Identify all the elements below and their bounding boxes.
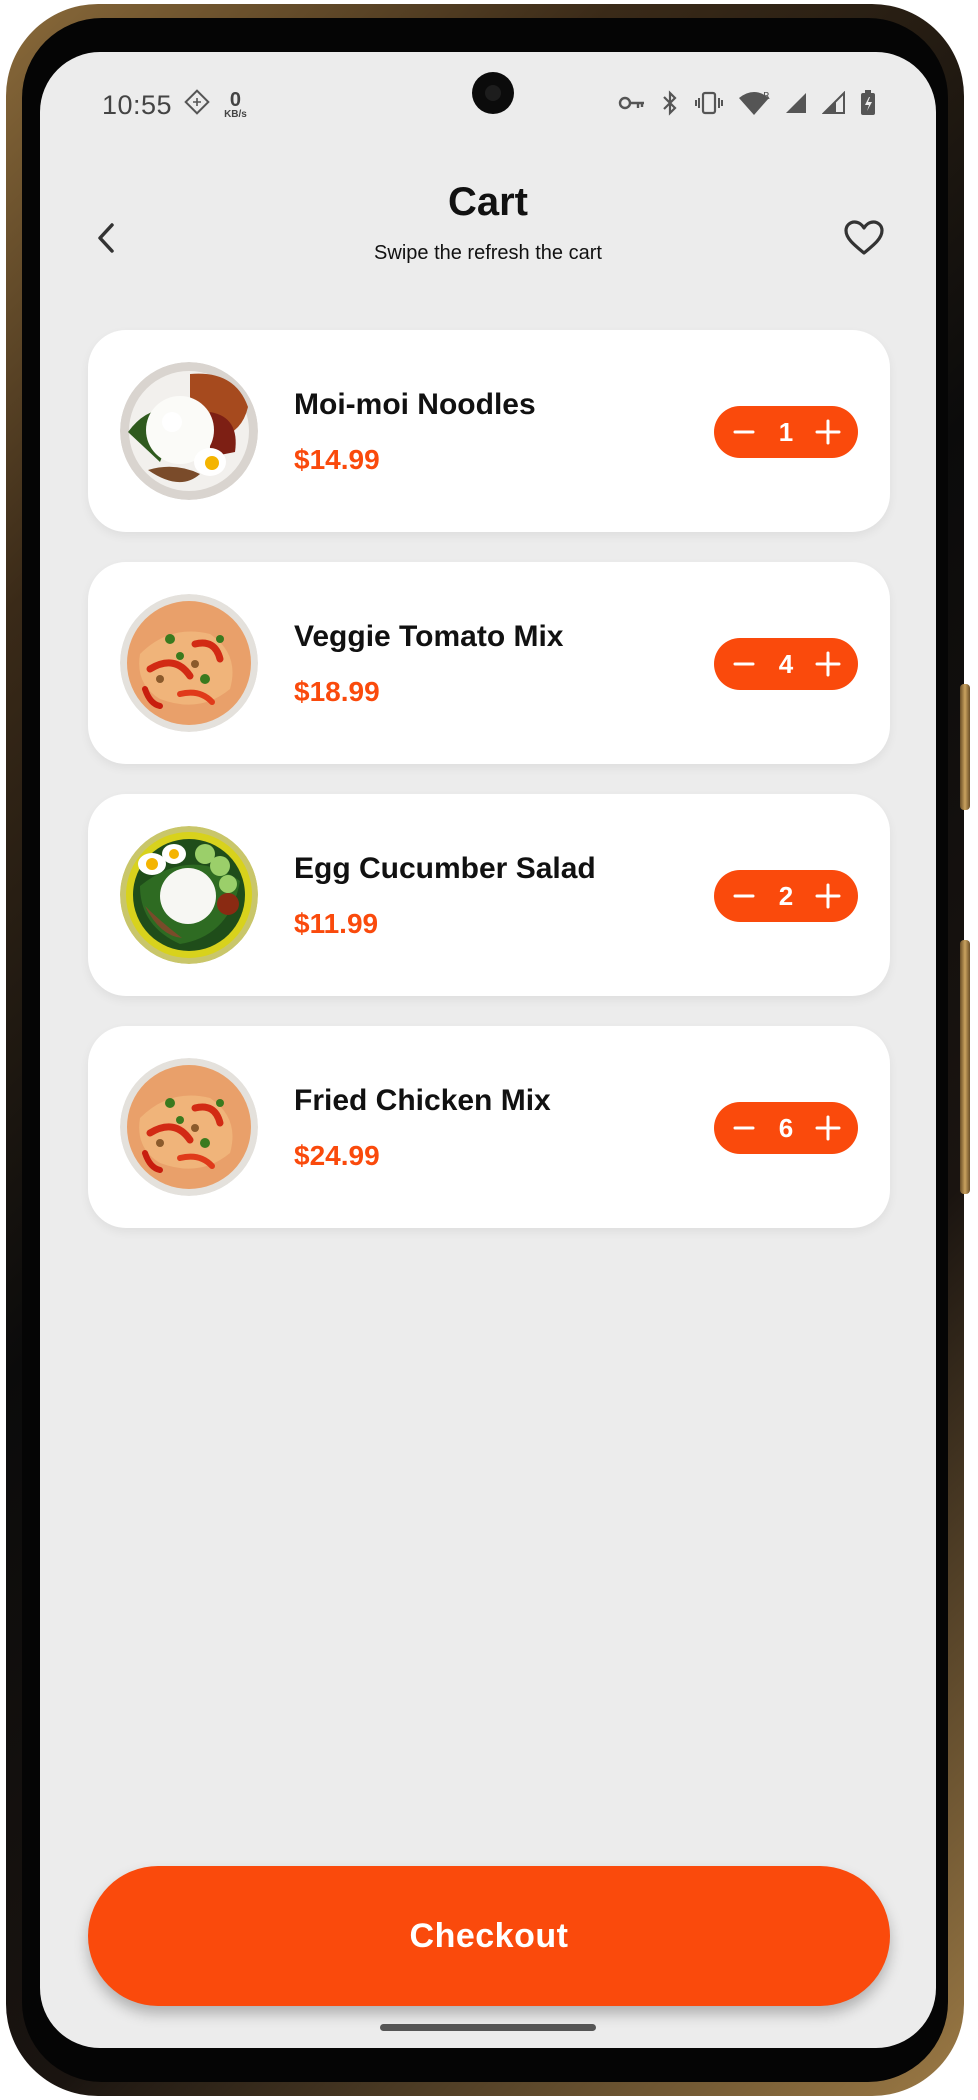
item-name: Egg Cucumber Salad: [294, 852, 596, 885]
cart-item[interactable]: Egg Cucumber Salad $11.99 2: [88, 794, 890, 996]
food-image: [120, 362, 258, 500]
signal-icon: [784, 91, 808, 120]
decrease-button[interactable]: [726, 878, 762, 914]
page-title: Cart: [447, 180, 529, 224]
heart-icon: [844, 220, 884, 255]
quantity-value: 4: [778, 648, 794, 679]
data-saver-icon: [184, 88, 210, 122]
key-icon: [618, 93, 646, 118]
network-speed-value: 0: [229, 89, 242, 111]
page-subtitle: Swipe the refresh the cart: [374, 242, 602, 264]
food-image: [120, 594, 258, 732]
vibrate-icon: [694, 91, 724, 120]
decrease-button[interactable]: [726, 646, 762, 682]
increase-button[interactable]: [810, 414, 846, 450]
plus-icon: [815, 1115, 841, 1141]
quantity-value: 2: [778, 880, 794, 911]
network-speed: 0 KB/s: [224, 90, 247, 120]
signal-icon: [821, 90, 846, 120]
item-name: Moi-moi Noodles: [294, 388, 536, 421]
power-button: [960, 684, 970, 810]
minus-icon: [733, 1126, 755, 1130]
item-price: $18.99: [294, 676, 380, 707]
item-price: $14.99: [294, 444, 380, 475]
decrease-button[interactable]: [726, 1110, 762, 1146]
volume-button: [960, 940, 970, 1194]
network-speed-unit: KB/s: [224, 109, 247, 120]
minus-icon: [733, 662, 755, 666]
home-indicator[interactable]: [380, 2024, 596, 2031]
quantity-stepper: 1: [714, 406, 858, 458]
minus-icon: [733, 894, 755, 898]
cart-item[interactable]: Fried Chicken Mix $24.99 6: [88, 1026, 890, 1228]
quantity-value: 1: [778, 416, 794, 447]
cart-item[interactable]: Moi-moi Noodles $14.99 1: [88, 330, 890, 532]
bluetooth-icon: [660, 89, 680, 121]
item-name: Veggie Tomato Mix: [294, 620, 564, 653]
phone-frame: 10:55 0 KB/s R Cart Swipe the refresh th…: [6, 4, 970, 2096]
wifi-icon: R: [738, 90, 770, 121]
quantity-stepper: 4: [714, 638, 858, 690]
checkout-button[interactable]: Checkout: [88, 1866, 890, 2006]
status-bar: 10:55 0 KB/s R: [102, 82, 876, 128]
app-screen: 10:55 0 KB/s R Cart Swipe the refresh th…: [40, 52, 936, 2048]
food-image: [120, 826, 258, 964]
cart-item[interactable]: Veggie Tomato Mix $18.99 4: [88, 562, 890, 764]
status-time: 10:55: [102, 89, 173, 120]
cart-header: Cart Swipe the refresh the cart: [40, 172, 936, 292]
decrease-button[interactable]: [726, 414, 762, 450]
minus-icon: [733, 430, 755, 434]
battery-icon: [860, 89, 876, 121]
item-name: Fried Chicken Mix: [294, 1084, 551, 1117]
quantity-stepper: 2: [714, 870, 858, 922]
quantity-value: 6: [778, 1112, 794, 1143]
increase-button[interactable]: [810, 878, 846, 914]
plus-icon: [815, 651, 841, 677]
status-icons: R: [618, 89, 876, 121]
increase-button[interactable]: [810, 646, 846, 682]
item-price: $24.99: [294, 1140, 380, 1171]
favorite-button[interactable]: [838, 212, 890, 264]
item-price: $11.99: [294, 908, 379, 939]
svg-text:R: R: [763, 91, 770, 102]
plus-icon: [815, 883, 841, 909]
plus-icon: [815, 419, 841, 445]
food-image: [120, 1058, 258, 1196]
quantity-stepper: 6: [714, 1102, 858, 1154]
cart-list: Moi-moi Noodles $14.99 1 Veggie Tomato M…: [88, 330, 890, 1258]
increase-button[interactable]: [810, 1110, 846, 1146]
